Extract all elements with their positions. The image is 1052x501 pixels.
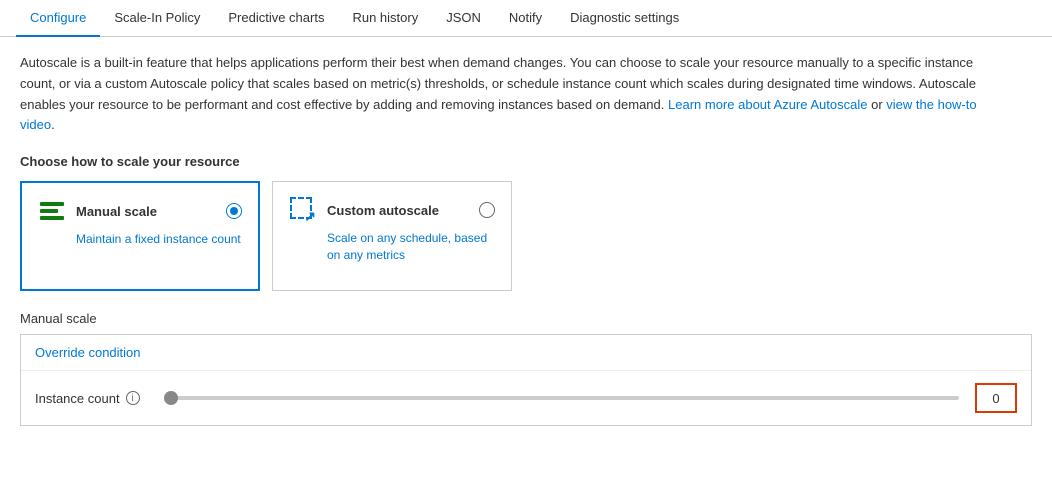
custom-autoscale-card[interactable]: ↗ Custom autoscale Scale on any schedule… [272,181,512,291]
instance-value-input[interactable]: 0 [975,383,1017,413]
override-condition-header: Override condition [21,335,1031,371]
tab-notify[interactable]: Notify [495,0,556,37]
tab-run-history[interactable]: Run history [338,0,432,37]
main-content: Autoscale is a built-in feature that hel… [0,37,1052,442]
desc-or: or [871,97,886,112]
instance-count-info-icon[interactable]: i [126,391,140,405]
manual-card-header: Manual scale [38,197,242,225]
choose-section-title: Choose how to scale your resource [20,154,1032,169]
instance-slider-track[interactable] [171,396,959,400]
manual-scale-icon [38,197,66,225]
manual-card-title: Manual scale [76,204,157,219]
instance-label-text: Instance count [35,391,120,406]
tab-scale-in-policy[interactable]: Scale-In Policy [100,0,214,37]
tab-predictive-charts[interactable]: Predictive charts [214,0,338,37]
custom-card-desc: Scale on any schedule, based on any metr… [327,230,495,264]
description-text: Autoscale is a built-in feature that hel… [20,53,1000,136]
manual-card-desc: Maintain a fixed instance count [76,231,242,248]
custom-autoscale-icon: ↗ [289,196,317,224]
scale-options: Manual scale Maintain a fixed instance c… [20,181,1032,291]
manual-scale-radio[interactable] [226,203,242,219]
instance-slider-thumb[interactable] [164,391,178,405]
custom-card-header: ↗ Custom autoscale [289,196,495,224]
tab-configure[interactable]: Configure [16,0,100,37]
manual-scale-section-label: Manual scale [20,311,1032,326]
learn-more-link[interactable]: Learn more about Azure Autoscale [668,97,867,112]
tab-diagnostic-settings[interactable]: Diagnostic settings [556,0,693,37]
instance-count-row: Instance count i 0 [21,371,1031,425]
custom-card-title: Custom autoscale [327,203,439,218]
slider-container [171,396,959,400]
custom-scale-radio[interactable] [479,202,495,218]
override-box: Override condition Instance count i 0 [20,334,1032,426]
manual-scale-card[interactable]: Manual scale Maintain a fixed instance c… [20,181,260,291]
tab-bar: Configure Scale-In Policy Predictive cha… [0,0,1052,37]
instance-count-label: Instance count i [35,391,155,406]
tab-json[interactable]: JSON [432,0,495,37]
